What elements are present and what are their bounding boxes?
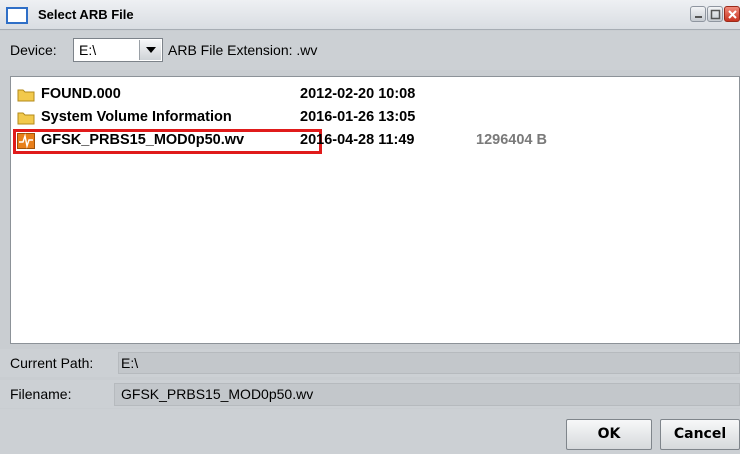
file-name: System Volume Information bbox=[41, 109, 232, 125]
title-bar[interactable]: Select ARB File bbox=[0, 0, 740, 30]
file-name: GFSK_PRBS15_MOD0p50.wv bbox=[41, 132, 245, 148]
folder-icon bbox=[17, 87, 35, 107]
current-path-label: Current Path: bbox=[10, 355, 94, 371]
filename-label: Filename: bbox=[10, 386, 72, 402]
ok-button[interactable]: OK bbox=[566, 419, 652, 450]
device-label: Device: bbox=[10, 42, 57, 58]
filename-value: GFSK_PRBS15_MOD0p50.wv bbox=[121, 386, 314, 402]
file-row-gfsk-waveform[interactable]: GFSK_PRBS15_MOD0p50.wv 2016-04-28 11:49 … bbox=[11, 129, 739, 154]
current-path-field: E:\ bbox=[118, 352, 740, 374]
file-list[interactable]: FOUND.000 2012-02-20 10:08 System Volume… bbox=[10, 76, 740, 344]
file-row-found[interactable]: FOUND.000 2012-02-20 10:08 bbox=[11, 83, 739, 107]
filename-field[interactable]: GFSK_PRBS15_MOD0p50.wv bbox=[114, 383, 740, 406]
window-icon bbox=[6, 7, 28, 24]
arb-file-extension-label: ARB File Extension: .wv bbox=[168, 42, 318, 58]
filename-row: Filename: GFSK_PRBS15_MOD0p50.wv bbox=[0, 380, 740, 408]
button-row: OK Cancel bbox=[0, 409, 740, 454]
device-row: Device: E:\ ARB File Extension: .wv bbox=[0, 31, 740, 70]
folder-icon bbox=[17, 110, 35, 130]
select-arb-file-dialog: Select ARB File Device: E:\ ARB File Ext… bbox=[0, 0, 740, 454]
file-date: 2012-02-20 10:08 bbox=[300, 86, 416, 102]
current-path-value: E:\ bbox=[121, 355, 139, 371]
file-date: 2016-04-28 11:49 bbox=[300, 132, 415, 148]
file-date: 2016-01-26 13:05 bbox=[300, 109, 416, 125]
file-row-system-volume-information[interactable]: System Volume Information 2016-01-26 13:… bbox=[11, 106, 739, 130]
minimize-icon[interactable] bbox=[690, 6, 706, 22]
waveform-file-icon bbox=[17, 133, 35, 154]
chevron-down-icon[interactable] bbox=[139, 40, 161, 60]
window-title: Select ARB File bbox=[38, 7, 134, 22]
maximize-icon[interactable] bbox=[707, 6, 723, 22]
current-path-row: Current Path: E:\ bbox=[0, 349, 740, 377]
device-select[interactable]: E:\ bbox=[73, 38, 163, 62]
cancel-button[interactable]: Cancel bbox=[660, 419, 740, 450]
file-size: 1296404 B bbox=[476, 132, 547, 148]
device-value: E:\ bbox=[79, 42, 97, 58]
file-name: FOUND.000 bbox=[41, 86, 121, 102]
close-icon[interactable] bbox=[724, 6, 740, 22]
